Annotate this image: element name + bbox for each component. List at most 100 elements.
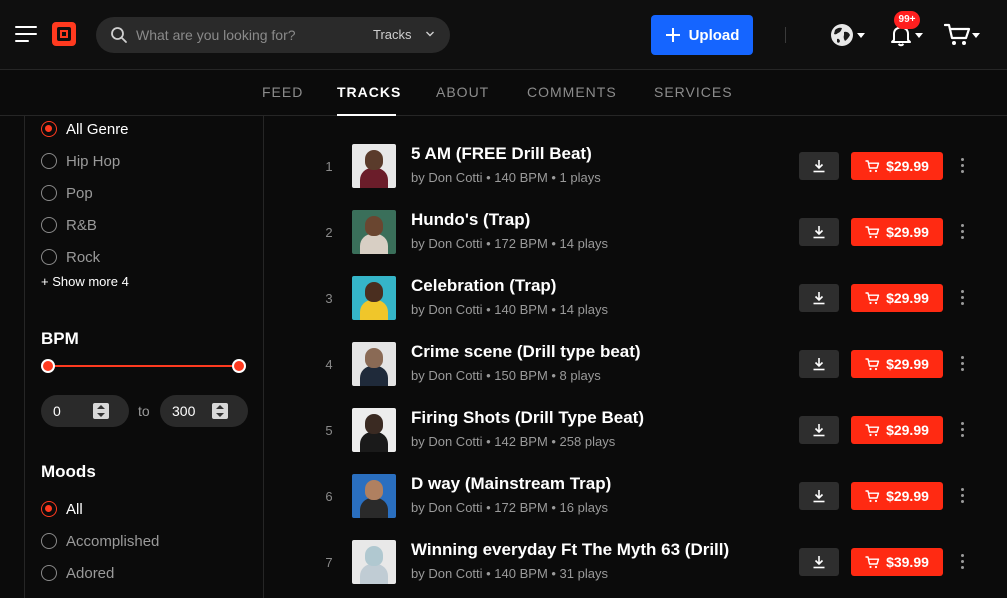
search-scope-select[interactable]: Tracks <box>373 27 412 42</box>
bpm-min-stepper[interactable] <box>93 403 109 419</box>
download-button[interactable] <box>799 284 839 312</box>
track-row[interactable]: 1 5 AM (FREE Drill Beat) by Don Cotti • 14… <box>265 132 1007 198</box>
cart-icon[interactable] <box>944 22 972 48</box>
track-artwork[interactable] <box>352 342 396 386</box>
track-title[interactable]: Celebration (Trap) <box>411 276 556 296</box>
globe-icon[interactable] <box>829 22 855 48</box>
genre-option-pop[interactable]: Pop <box>41 182 93 204</box>
track-artwork[interactable] <box>352 540 396 584</box>
search-bar: Tracks <box>96 17 450 53</box>
buy-price-button[interactable]: $29.99 <box>851 218 943 246</box>
track-title[interactable]: 5 AM (FREE Drill Beat) <box>411 144 592 164</box>
track-title[interactable]: Crime scene (Drill type beat) <box>411 342 641 362</box>
track-number: 1 <box>325 159 333 174</box>
download-button[interactable] <box>799 416 839 444</box>
more-vertical-icon[interactable] <box>961 356 965 372</box>
track-meta: by Don Cotti • 140 BPM • 31 plays <box>411 566 608 581</box>
track-list: 1 5 AM (FREE Drill Beat) by Don Cotti • 14… <box>265 116 1007 598</box>
track-number: 7 <box>325 555 333 570</box>
track-meta: by Don Cotti • 172 BPM • 16 plays <box>411 500 608 515</box>
track-title[interactable]: Hundo's (Trap) <box>411 210 530 230</box>
menu-icon[interactable] <box>15 25 37 43</box>
chevron-down-icon[interactable] <box>425 30 435 38</box>
track-artwork[interactable] <box>352 408 396 452</box>
tab-feed[interactable]: FEED <box>262 84 303 100</box>
more-vertical-icon[interactable] <box>961 554 965 570</box>
chevron-down-icon[interactable] <box>915 33 923 39</box>
bpm-range-to-label: to <box>138 403 150 419</box>
price-label: $29.99 <box>886 422 929 438</box>
show-more-genres-link[interactable]: + Show more 4 <box>41 274 129 289</box>
download-button[interactable] <box>799 482 839 510</box>
logo-icon[interactable] <box>52 22 76 46</box>
moods-title: Moods <box>41 462 96 481</box>
genre-label: Rock <box>66 248 101 266</box>
buy-price-button[interactable]: $29.99 <box>851 482 943 510</box>
genre-option-hip-hop[interactable]: Hip Hop <box>41 150 120 172</box>
radio-button[interactable] <box>41 121 57 137</box>
mood-option-accomplished[interactable]: Accomplished <box>41 530 159 552</box>
track-artwork[interactable] <box>352 210 396 254</box>
tab-comments[interactable]: COMMENTS <box>527 84 617 100</box>
radio-button[interactable] <box>41 565 57 581</box>
genre-option-rnb[interactable]: R&B <box>41 214 97 236</box>
track-row[interactable]: 6 D way (Mainstream Trap) by Don Cotti • 1… <box>265 462 1007 528</box>
track-artwork[interactable] <box>352 474 396 518</box>
bpm-slider-max-handle[interactable] <box>232 359 246 373</box>
chevron-down-icon[interactable] <box>857 33 865 39</box>
bpm-slider-min-handle[interactable] <box>41 359 55 373</box>
track-title[interactable]: D way (Mainstream Trap) <box>411 474 611 494</box>
radio-button[interactable] <box>41 533 57 549</box>
track-artwork[interactable] <box>352 276 396 320</box>
mood-label: Adored <box>66 564 115 582</box>
mood-option-all[interactable]: All <box>41 498 83 520</box>
genre-option-rock[interactable]: Rock <box>41 246 100 268</box>
track-number: 2 <box>325 225 333 240</box>
buy-price-button[interactable]: $29.99 <box>851 350 943 378</box>
plus-icon <box>665 28 680 42</box>
more-vertical-icon[interactable] <box>961 290 965 306</box>
download-button[interactable] <box>799 350 839 378</box>
download-button[interactable] <box>799 548 839 576</box>
bpm-max-stepper[interactable] <box>212 403 228 419</box>
genre-label: R&B <box>66 216 97 234</box>
track-meta: by Don Cotti • 140 BPM • 1 plays <box>411 170 601 185</box>
track-row[interactable]: 2 Hundo's (Trap) by Don Cotti • 172 BPM • … <box>265 198 1007 264</box>
price-label: $29.99 <box>886 488 929 504</box>
genre-label: Hip Hop <box>66 152 121 170</box>
cart-icon <box>865 423 880 436</box>
bpm-max-input[interactable]: 300 <box>160 395 248 427</box>
buy-price-button[interactable]: $29.99 <box>851 284 943 312</box>
more-vertical-icon[interactable] <box>961 422 965 438</box>
tab-services[interactable]: SERVICES <box>654 84 733 100</box>
search-input[interactable] <box>136 25 356 45</box>
buy-price-button[interactable]: $39.99 <box>851 548 943 576</box>
track-row[interactable]: 5 Firing Shots (Drill Type Beat) by Don Co… <box>265 396 1007 462</box>
more-vertical-icon[interactable] <box>961 224 965 240</box>
track-row[interactable]: 7 Winning everyday Ft The Myth 63 (Drill)… <box>265 528 1007 594</box>
genre-option-all[interactable]: All Genre <box>41 118 129 140</box>
buy-price-button[interactable]: $29.99 <box>851 416 943 444</box>
track-title[interactable]: Firing Shots (Drill Type Beat) <box>411 408 644 428</box>
chevron-down-icon[interactable] <box>972 33 980 39</box>
radio-button[interactable] <box>41 185 57 201</box>
track-artwork[interactable] <box>352 144 396 188</box>
tab-tracks[interactable]: TRACKS <box>337 84 401 100</box>
radio-button[interactable] <box>41 217 57 233</box>
download-button[interactable] <box>799 152 839 180</box>
track-row[interactable]: 4 Crime scene (Drill type beat) by Don Cot… <box>265 330 1007 396</box>
bpm-min-input[interactable]: 0 <box>41 395 129 427</box>
radio-button[interactable] <box>41 153 57 169</box>
download-button[interactable] <box>799 218 839 246</box>
upload-button[interactable]: Upload <box>651 15 753 55</box>
radio-button[interactable] <box>41 501 57 517</box>
radio-button[interactable] <box>41 249 57 265</box>
track-title[interactable]: Winning everyday Ft The Myth 63 (Drill) <box>411 540 729 560</box>
bpm-slider-track[interactable] <box>48 365 240 367</box>
mood-option-adored[interactable]: Adored <box>41 562 114 584</box>
tab-about[interactable]: ABOUT <box>436 84 489 100</box>
more-vertical-icon[interactable] <box>961 158 965 174</box>
track-row[interactable]: 3 Celebration (Trap) by Don Cotti • 140 BP… <box>265 264 1007 330</box>
more-vertical-icon[interactable] <box>961 488 965 504</box>
buy-price-button[interactable]: $29.99 <box>851 152 943 180</box>
